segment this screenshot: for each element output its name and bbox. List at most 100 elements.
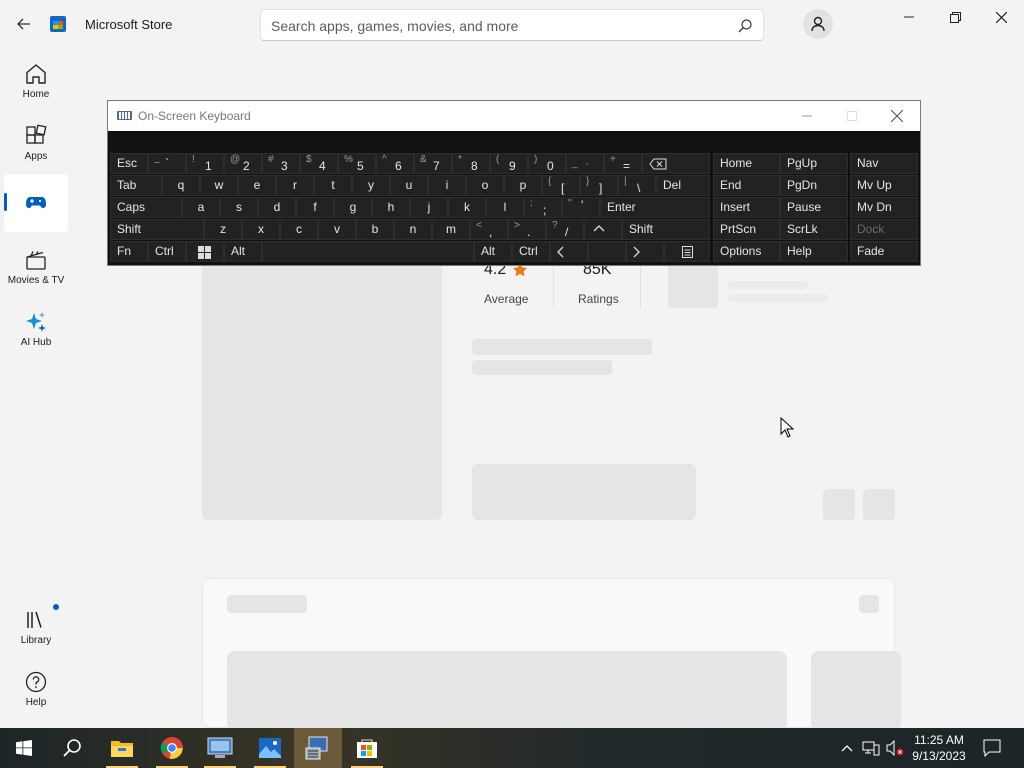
notification-center-icon[interactable]: [983, 739, 1001, 758]
key-pgdn[interactable]: PgDn: [780, 175, 848, 196]
search-input[interactable]: [271, 16, 731, 36]
key-dock[interactable]: Dock: [850, 219, 918, 240]
key-s[interactable]: s: [220, 197, 258, 218]
key-l[interactable]: l: [486, 197, 524, 218]
key-help[interactable]: Help: [780, 241, 848, 262]
network-icon[interactable]: [862, 740, 880, 756]
key-k[interactable]: k: [448, 197, 486, 218]
close-button[interactable]: [978, 4, 1024, 30]
key-enter[interactable]: Enter: [600, 197, 710, 218]
key-n[interactable]: n: [394, 219, 432, 240]
key-slash[interactable]: ? /: [546, 219, 584, 240]
key-e[interactable]: e: [238, 175, 276, 196]
key-p[interactable]: p: [504, 175, 542, 196]
key-4[interactable]: $4: [300, 153, 338, 174]
account-avatar[interactable]: [803, 9, 833, 39]
key-right-arrow[interactable]: [626, 241, 664, 262]
key-a[interactable]: a: [182, 197, 220, 218]
taskbar-remote-desktop[interactable]: [196, 728, 244, 768]
key-pause[interactable]: Pause: [780, 197, 848, 218]
key-shift-right[interactable]: Shift: [622, 219, 710, 240]
key-equals[interactable]: + =: [604, 153, 642, 174]
key-z[interactable]: z: [204, 219, 242, 240]
key-j[interactable]: j: [410, 197, 448, 218]
sidebar-item-movies-tv[interactable]: Movies & TV: [4, 240, 68, 298]
sidebar-item-gaming[interactable]: [4, 174, 68, 232]
key-up-arrow[interactable]: [584, 219, 622, 240]
key-y[interactable]: y: [352, 175, 390, 196]
key-esc[interactable]: Esc: [110, 153, 148, 174]
key-w[interactable]: w: [200, 175, 238, 196]
key-r[interactable]: r: [276, 175, 314, 196]
taskbar-chrome[interactable]: [148, 728, 196, 768]
key-u[interactable]: u: [390, 175, 428, 196]
key-backspace[interactable]: [642, 153, 710, 174]
key-minus[interactable]: _ -: [566, 153, 604, 174]
key-alt-right[interactable]: Alt: [474, 241, 512, 262]
volume-muted-icon[interactable]: [886, 739, 904, 757]
key-down-arrow[interactable]: [588, 241, 626, 262]
key-f[interactable]: f: [296, 197, 334, 218]
minimize-button[interactable]: [886, 4, 932, 30]
search-icon[interactable]: [737, 18, 753, 34]
back-button[interactable]: [12, 12, 36, 36]
key-ctrl-left[interactable]: Ctrl: [148, 241, 186, 262]
key-1[interactable]: ! 1: [186, 153, 224, 174]
taskbar-search-button[interactable]: [48, 728, 96, 768]
key-7[interactable]: & 7: [414, 153, 452, 174]
key-b[interactable]: b: [356, 219, 394, 240]
key-0[interactable]: ) 0: [528, 153, 566, 174]
sidebar-item-home[interactable]: Home: [4, 54, 68, 112]
key-fade[interactable]: Fade: [850, 241, 918, 262]
osk-minimize-button[interactable]: [798, 107, 816, 125]
key-m[interactable]: m: [432, 219, 470, 240]
osk-close-button[interactable]: [888, 107, 906, 125]
key-quote[interactable]: " ': [562, 197, 600, 218]
key-3[interactable]: #3: [262, 153, 300, 174]
key-backslash[interactable]: | \: [618, 175, 656, 196]
key-move-up[interactable]: Mv Up: [850, 175, 918, 196]
key-space[interactable]: [262, 241, 474, 262]
key-fn[interactable]: Fn: [110, 241, 148, 262]
key-shift-left[interactable]: Shift: [110, 219, 204, 240]
key-d[interactable]: d: [258, 197, 296, 218]
restore-button[interactable]: [932, 4, 978, 30]
key-9[interactable]: (9: [490, 153, 528, 174]
key-scrlk[interactable]: ScrLk: [780, 219, 848, 240]
key-q[interactable]: q: [162, 175, 200, 196]
key-ctrl-right[interactable]: Ctrl: [512, 241, 550, 262]
key-5[interactable]: % 5: [338, 153, 376, 174]
key-pgup[interactable]: PgUp: [780, 153, 848, 174]
key-x[interactable]: x: [242, 219, 280, 240]
key-del[interactable]: Del: [656, 175, 710, 196]
key-comma[interactable]: <,: [470, 219, 508, 240]
key-move-down[interactable]: Mv Dn: [850, 197, 918, 218]
key-g[interactable]: g: [334, 197, 372, 218]
taskbar-photos[interactable]: [246, 728, 294, 768]
key-8[interactable]: * 8: [452, 153, 490, 174]
key-alt-left[interactable]: Alt: [224, 241, 262, 262]
start-button[interactable]: [0, 728, 48, 768]
key-tilde[interactable]: ~ `: [148, 153, 186, 174]
search-box[interactable]: [260, 9, 764, 41]
key-prtscn[interactable]: PrtScn: [713, 219, 780, 240]
tray-chevron-up-icon[interactable]: [839, 740, 855, 756]
key-semicolon[interactable]: :;: [524, 197, 562, 218]
key-end[interactable]: End: [713, 175, 780, 196]
key-period[interactable]: >.: [508, 219, 546, 240]
key-right-bracket[interactable]: }]: [580, 175, 618, 196]
sidebar-item-ai-hub[interactable]: AI Hub: [4, 302, 68, 360]
key-options[interactable]: Options: [713, 241, 780, 262]
key-i[interactable]: i: [428, 175, 466, 196]
key-6[interactable]: ^ 6: [376, 153, 414, 174]
key-home[interactable]: Home: [713, 153, 780, 174]
key-v[interactable]: v: [318, 219, 356, 240]
key-windows[interactable]: [186, 241, 224, 262]
key-t[interactable]: t: [314, 175, 352, 196]
key-left-arrow[interactable]: [550, 241, 588, 262]
key-c[interactable]: c: [280, 219, 318, 240]
taskbar-clock[interactable]: 11:25 AM 9/13/2023: [904, 732, 974, 764]
key-insert[interactable]: Insert: [713, 197, 780, 218]
sidebar-item-help[interactable]: Help: [4, 662, 68, 720]
key-o[interactable]: o: [466, 175, 504, 196]
